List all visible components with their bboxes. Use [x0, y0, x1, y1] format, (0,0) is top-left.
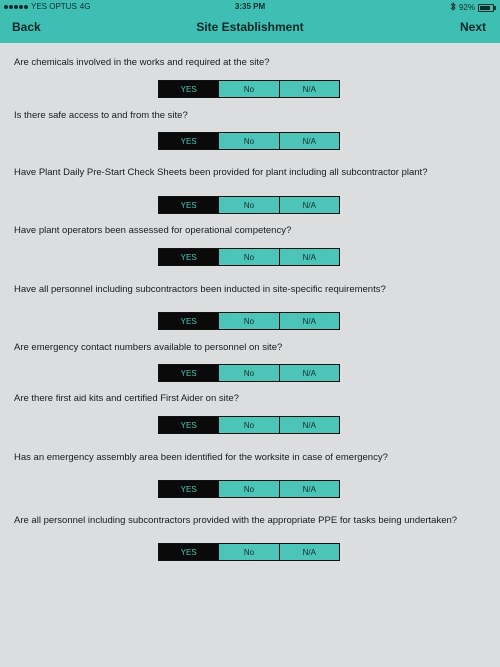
question-label: Are there first aid kits and certified F… — [14, 393, 239, 404]
answer-segmented-control: YES No N/A — [158, 248, 340, 266]
answer-option-na[interactable]: N/A — [278, 417, 339, 433]
battery-icon — [478, 3, 496, 12]
answer-option-yes[interactable]: YES — [159, 544, 219, 560]
answer-segmented-control: YES No N/A — [158, 480, 340, 498]
answer-option-no[interactable]: No — [218, 249, 278, 265]
answer-option-na[interactable]: N/A — [278, 365, 339, 381]
answer-segmented-control: YES No N/A — [158, 132, 340, 150]
answer-option-no[interactable]: No — [218, 197, 278, 213]
answer-option-no[interactable]: No — [218, 481, 278, 497]
answer-option-na[interactable]: N/A — [278, 313, 339, 329]
answer-option-yes[interactable]: YES — [159, 365, 219, 381]
answer-segmented-control: YES No N/A — [158, 80, 340, 98]
page-title: Site Establishment — [196, 20, 304, 34]
answer-option-no[interactable]: No — [218, 417, 278, 433]
answer-option-yes[interactable]: YES — [159, 249, 219, 265]
question-label: Have plant operators been assessed for o… — [14, 225, 292, 236]
answer-option-na[interactable]: N/A — [278, 481, 339, 497]
answer-option-yes[interactable]: YES — [159, 133, 219, 149]
navigation-bar: Back Site Establishment Next — [0, 14, 500, 43]
header-bar: YES OPTUS 4G 3:35 PM 92% Back Site Estab… — [0, 0, 500, 43]
status-right: 92% — [450, 1, 496, 13]
answer-option-na[interactable]: N/A — [278, 544, 339, 560]
battery-percent: 92% — [458, 3, 475, 12]
answer-option-no[interactable]: No — [218, 313, 278, 329]
answer-segmented-control: YES No N/A — [158, 312, 340, 330]
answer-option-no[interactable]: No — [218, 133, 278, 149]
answer-option-no[interactable]: No — [218, 544, 278, 560]
answer-option-no[interactable]: No — [218, 81, 278, 97]
answer-option-na[interactable]: N/A — [278, 197, 339, 213]
answer-option-no[interactable]: No — [218, 365, 278, 381]
answer-option-na[interactable]: N/A — [278, 81, 339, 97]
bluetooth-icon — [450, 1, 456, 13]
answer-option-na[interactable]: N/A — [278, 133, 339, 149]
question-label: Is there safe access to and from the sit… — [14, 110, 188, 121]
answer-segmented-control: YES No N/A — [158, 196, 340, 214]
question-label: Has an emergency assembly area been iden… — [14, 452, 388, 463]
question-label: Have all personnel including subcontract… — [14, 284, 386, 295]
answer-option-yes[interactable]: YES — [159, 313, 219, 329]
next-button[interactable]: Next — [460, 20, 486, 34]
answer-option-yes[interactable]: YES — [159, 481, 219, 497]
answer-option-yes[interactable]: YES — [159, 81, 219, 97]
question-label: Have Plant Daily Pre-Start Check Sheets … — [14, 167, 428, 178]
question-label: Are chemicals involved in the works and … — [14, 57, 270, 68]
status-bar: YES OPTUS 4G 3:35 PM 92% — [0, 0, 500, 14]
question-label: Are emergency contact numbers available … — [14, 342, 283, 353]
answer-segmented-control: YES No N/A — [158, 364, 340, 382]
question-label: Are all personnel including subcontracto… — [14, 515, 458, 526]
answer-option-na[interactable]: N/A — [278, 249, 339, 265]
answer-segmented-control: YES No N/A — [158, 416, 340, 434]
status-time: 3:35 PM — [234, 2, 266, 11]
answer-segmented-control: YES No N/A — [158, 543, 340, 561]
answer-option-yes[interactable]: YES — [159, 417, 219, 433]
answer-option-yes[interactable]: YES — [159, 197, 219, 213]
